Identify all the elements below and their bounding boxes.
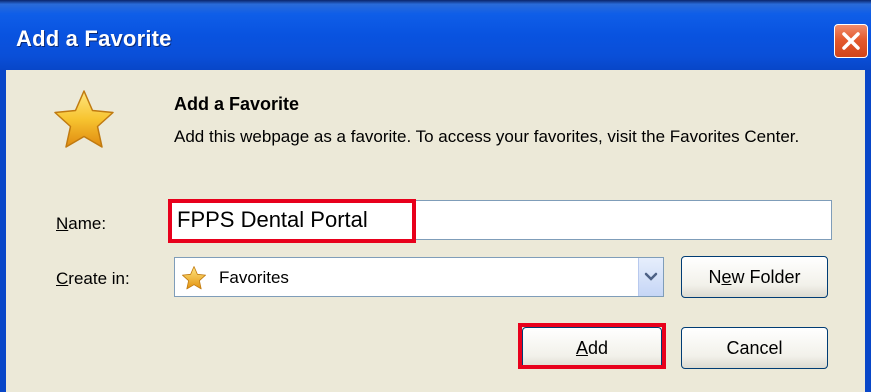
create-in-select[interactable]: Favorites — [174, 257, 664, 297]
close-icon — [842, 32, 860, 50]
create-in-dropdown-button[interactable] — [638, 258, 663, 296]
new-folder-button[interactable]: New Folder — [681, 256, 828, 298]
title-bar[interactable]: Add a Favorite — [0, 0, 871, 70]
add-favorite-dialog: Add a Favorite Add a Favorite Add this w… — [0, 0, 871, 392]
cancel-button[interactable]: Cancel — [681, 327, 828, 369]
close-button[interactable] — [834, 24, 868, 58]
dialog-heading: Add a Favorite — [174, 94, 300, 114]
dialog-description: Add this webpage as a favorite. To acces… — [174, 127, 800, 146]
name-label: Name: — [56, 214, 107, 233]
name-field[interactable] — [168, 200, 832, 240]
create-in-label: Create in: — [56, 269, 130, 288]
window-title: Add a Favorite — [16, 26, 172, 51]
star-icon — [54, 90, 114, 148]
create-in-value: Favorites — [219, 268, 289, 287]
chevron-down-icon — [644, 272, 658, 281]
star-icon — [182, 266, 206, 290]
add-button[interactable]: Add — [522, 327, 662, 369]
